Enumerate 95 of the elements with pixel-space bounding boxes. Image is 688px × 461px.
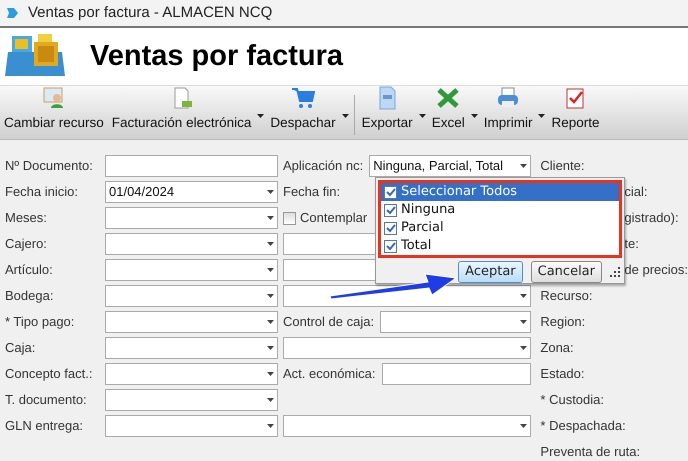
resize-grip-icon[interactable] — [610, 267, 620, 277]
list-item-label: Ninguna — [401, 201, 456, 220]
cart-icon — [291, 86, 315, 110]
field-label: Control de caja: — [283, 313, 374, 332]
field-value: Ninguna, Parcial, Total — [373, 157, 504, 176]
field-label: Fecha fin: — [283, 183, 340, 202]
field-label: Cliente: — [540, 157, 584, 176]
field-label: Concepto fact.: — [5, 365, 94, 384]
field-label: te: — [624, 235, 639, 254]
text-field[interactable] — [105, 155, 278, 177]
cancel-button[interactable]: Cancelar — [530, 261, 602, 283]
dropdown-field[interactable] — [283, 337, 532, 359]
caret-icon — [267, 346, 274, 350]
caret-icon — [267, 242, 274, 246]
caret-icon[interactable] — [538, 114, 546, 118]
toolbar-button[interactable]: Imprimir — [480, 84, 536, 135]
caret-icon — [267, 268, 274, 272]
caret-icon — [520, 320, 528, 324]
dropdown-field[interactable] — [105, 233, 278, 255]
dropdown-field[interactable]: 01/04/2024 — [105, 181, 278, 203]
checkbox[interactable] — [384, 186, 397, 198]
field-label: Fecha inicio: — [5, 183, 79, 202]
checkbox[interactable] — [384, 240, 397, 252]
toolbar-button[interactable]: Exportar — [358, 84, 417, 135]
field-label: Aplicación nc: — [283, 157, 364, 176]
field-label: T. documento: — [5, 391, 88, 410]
caret-icon — [267, 372, 274, 376]
app-icon — [4, 5, 20, 21]
dropdown-field[interactable] — [105, 415, 278, 437]
dropdown-field[interactable] — [105, 363, 278, 385]
caret-icon[interactable] — [257, 114, 264, 118]
field-label: Zona: — [540, 339, 574, 358]
checkbox[interactable] — [384, 222, 397, 234]
caret-icon — [267, 398, 274, 402]
field-label: * Despachada: — [540, 417, 626, 436]
dropdown-field[interactable] — [105, 259, 278, 281]
caret-icon — [520, 346, 528, 350]
field-label: Meses: — [5, 209, 48, 228]
toolbar-button[interactable]: Reporte — [547, 84, 604, 135]
page-title: Ventas por factura — [90, 38, 344, 74]
dropdown-field[interactable] — [105, 207, 278, 229]
dropdown-field[interactable] — [105, 285, 278, 307]
field-label: Cajero: — [5, 235, 48, 254]
toolbar-button[interactable]: Facturación electrónica — [108, 84, 256, 135]
field-label: * Tipo pago: — [5, 313, 76, 332]
toolbar-button[interactable]: Despachar — [266, 84, 340, 135]
field-label: Estado: — [540, 365, 584, 384]
field-label: Act. económica: — [283, 365, 376, 384]
caret-icon — [267, 320, 274, 324]
caret-icon[interactable] — [342, 114, 349, 118]
list-item-label: Seleccionar Todos — [401, 183, 518, 202]
field-label: Bodega: — [5, 287, 54, 306]
window-title: Ventas por factura - ALMACEN NCQ — [28, 2, 272, 23]
list-item[interactable]: Parcial — [381, 219, 619, 237]
dropdown-field[interactable] — [105, 337, 278, 359]
list-item[interactable]: Ninguna — [381, 201, 619, 219]
field-label: Artículo: — [5, 261, 54, 280]
list-item-label: Total — [401, 237, 432, 256]
dropdown-field[interactable] — [283, 415, 532, 437]
field-label: Preventa de ruta: — [540, 443, 640, 461]
caret-icon — [267, 294, 274, 298]
caret-icon — [267, 424, 274, 428]
caret-icon[interactable] — [418, 114, 426, 118]
list-item-label: Parcial — [401, 219, 444, 238]
accept-button[interactable]: Aceptar — [458, 261, 523, 283]
field-label: * Custodia: — [540, 391, 604, 410]
field-label: Region: — [540, 313, 586, 332]
caret-icon — [520, 424, 528, 428]
caret-icon[interactable] — [470, 114, 478, 118]
text-field[interactable] — [382, 363, 532, 385]
checkbox[interactable] — [283, 212, 296, 224]
list-item[interactable]: Seleccionar Todos — [381, 183, 619, 201]
field-label: Caja: — [5, 339, 36, 358]
field-label: Nº Documento: — [5, 157, 94, 176]
field-value: 01/04/2024 — [109, 183, 174, 202]
field-label: GLN entrega: — [5, 417, 84, 436]
user-icon — [42, 86, 66, 110]
dropdown-field[interactable]: Ninguna, Parcial, Total — [369, 155, 532, 177]
list-item[interactable]: Total — [381, 237, 619, 255]
field-label: Recurso: — [540, 287, 592, 306]
dropdown-field[interactable] — [380, 311, 532, 333]
field-label: gistrado): — [624, 209, 679, 228]
dropdown-field[interactable] — [105, 389, 278, 411]
toolbar-button[interactable]: Cambiar recurso — [0, 84, 108, 135]
caret-icon — [267, 216, 274, 220]
field-label: de precios: — [624, 261, 688, 280]
caret-icon — [267, 190, 274, 194]
checkbox[interactable] — [384, 204, 397, 216]
checkbox-label: Contemplar — [300, 209, 368, 228]
caret-icon — [520, 164, 528, 168]
caret-icon — [520, 294, 528, 298]
field-label: cial: — [624, 183, 648, 202]
dropdown-field[interactable] — [105, 311, 278, 333]
excel-icon — [436, 86, 460, 110]
toolbar-button[interactable]: Excel — [428, 84, 469, 135]
